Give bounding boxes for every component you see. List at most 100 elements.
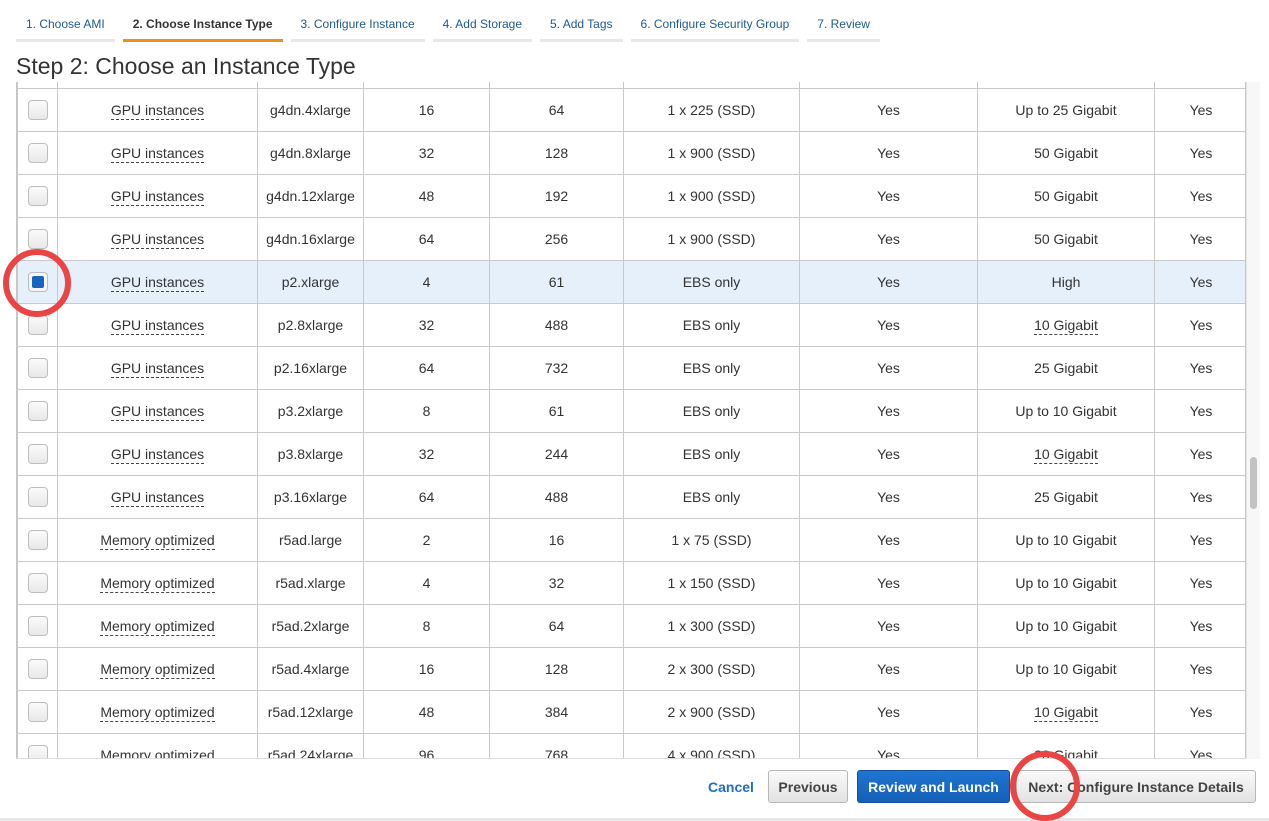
memory-value: 16 xyxy=(548,532,565,548)
row-select-checkbox[interactable] xyxy=(27,100,48,120)
table-row[interactable]: GPU instances g4dn.12xlarge 48 192 1 x 900 (… xyxy=(17,174,1245,218)
network-value: 25 Gigabit xyxy=(1034,489,1098,505)
cell-network: Up to 10 Gigabit xyxy=(977,389,1155,433)
cell-type: r5ad.xlarge xyxy=(257,561,364,605)
cell-vcpus: 2 xyxy=(363,518,490,562)
family-value[interactable]: Memory optimized xyxy=(100,704,215,722)
family-value[interactable]: Memory optimized xyxy=(100,532,215,550)
network-value[interactable]: 10 Gigabit xyxy=(1034,704,1098,722)
network-value: 20 Gigabit xyxy=(1034,747,1098,759)
step-choose-instance-type[interactable]: 2. Choose Instance Type xyxy=(122,0,283,42)
table-row[interactable]: GPU instances p2.16xlarge 64 732 EBS only Yes… xyxy=(17,346,1245,390)
storage-value: EBS only xyxy=(682,360,741,376)
step-add-tags[interactable]: 5. Add Tags xyxy=(540,0,623,42)
table-row[interactable]: Memory optimized r5ad.2xlarge 8 64 1 x 300 (… xyxy=(17,604,1245,648)
cell-family: Memory optimized xyxy=(57,690,258,734)
table-row[interactable]: GPU instances p2.xlarge 4 61 EBS only Yes High… xyxy=(17,260,1245,304)
table-row[interactable]: GPU instances g4dn.8xlarge 32 128 1 x 900 (S… xyxy=(17,131,1245,175)
step-choose-ami[interactable]: 1. Choose AMI xyxy=(16,0,115,42)
memory-value: 488 xyxy=(544,317,569,333)
scrollbar-thumb[interactable] xyxy=(1250,457,1257,509)
table-row[interactable]: GPU instances p3.2xlarge 8 61 EBS only Yes Up … xyxy=(17,389,1245,433)
type-value: g4dn.8xlarge xyxy=(270,145,351,161)
cell-storage: 2 x 300 (SSD) xyxy=(623,647,800,691)
step-configure-security-group[interactable]: 6. Configure Security Group xyxy=(630,0,800,42)
cell-type: p3.8xlarge xyxy=(257,432,364,476)
family-value[interactable]: GPU instances xyxy=(110,403,205,421)
family-value[interactable]: GPU instances xyxy=(110,145,205,163)
row-select-checkbox[interactable] xyxy=(27,315,48,335)
vcpus-value: 96 xyxy=(418,747,435,759)
table-row[interactable]: Memory optimized r5ad.4xlarge 16 128 2 x 300… xyxy=(17,647,1245,691)
memory-value: 64 xyxy=(548,618,565,634)
step-configure-instance[interactable]: 3. Configure Instance xyxy=(290,0,425,42)
cell-storage: EBS only xyxy=(623,389,800,433)
family-value[interactable]: Memory optimized xyxy=(100,661,215,679)
row-select-checkbox[interactable] xyxy=(27,487,48,507)
row-select-checkbox[interactable] xyxy=(27,272,48,292)
cell-vcpus: 8 xyxy=(363,389,490,433)
network-value[interactable]: 10 Gigabit xyxy=(1034,317,1098,335)
table-row[interactable]: GPU instances g4dn.16xlarge 64 256 1 x 900 (… xyxy=(17,217,1245,261)
type-value: r5ad.24xlarge xyxy=(267,747,354,759)
cancel-link[interactable]: Cancel xyxy=(708,779,754,795)
cell-storage: 4 x 900 (SSD) xyxy=(623,733,800,758)
family-value[interactable]: GPU instances xyxy=(110,489,205,507)
row-select-checkbox[interactable] xyxy=(27,616,48,636)
family-value[interactable]: GPU instances xyxy=(110,231,205,249)
row-select-checkbox[interactable] xyxy=(27,659,48,679)
previous-button[interactable]: Previous xyxy=(768,770,848,803)
cell-ipv6: Yes xyxy=(1154,604,1245,648)
row-select-checkbox[interactable] xyxy=(27,530,48,550)
cell-type: p2.16xlarge xyxy=(257,346,364,390)
row-select-checkbox[interactable] xyxy=(27,358,48,378)
family-value[interactable]: Memory optimized xyxy=(100,747,215,758)
cell-family: GPU instances xyxy=(57,432,258,476)
row-select-checkbox[interactable] xyxy=(27,401,48,421)
vcpus-value: 64 xyxy=(418,231,435,247)
type-value: g4dn.4xlarge xyxy=(270,102,351,118)
table-row[interactable]: GPU instances p3.8xlarge 32 244 EBS only Yes 1… xyxy=(17,432,1245,476)
cell-storage: 1 x 900 (SSD) xyxy=(623,174,800,218)
family-value[interactable]: GPU instances xyxy=(110,360,205,378)
family-value[interactable]: GPU instances xyxy=(110,188,205,206)
next-configure-instance-details-button[interactable]: Next: Configure Instance Details xyxy=(1016,770,1256,803)
table-row[interactable]: Memory optimized r5ad.xlarge 4 32 1 x 150 (S… xyxy=(17,561,1245,605)
table-row[interactable]: GPU instances g4dn.4xlarge 16 64 1 x 225 (SS… xyxy=(17,88,1245,132)
cell-network: 10 Gigabit xyxy=(977,432,1155,476)
cell-type: r5ad.2xlarge xyxy=(257,604,364,648)
step-add-storage[interactable]: 4. Add Storage xyxy=(432,0,533,42)
ipv6-value: Yes xyxy=(1189,532,1213,548)
family-value[interactable]: GPU instances xyxy=(110,274,205,292)
storage-value: EBS only xyxy=(682,317,741,333)
row-select-checkbox[interactable] xyxy=(27,444,48,464)
review-and-launch-button[interactable]: Review and Launch xyxy=(857,770,1010,803)
table-row[interactable]: Memory optimized r5ad.large 2 16 1 x 75 (SSD… xyxy=(17,518,1245,562)
network-value: Up to 10 Gigabit xyxy=(1015,661,1117,677)
table-scrollbar[interactable] xyxy=(1246,82,1260,759)
step-review[interactable]: 7. Review xyxy=(807,0,880,42)
table-row[interactable]: Memory optimized r5ad.24xlarge 96 768 4 x 90… xyxy=(17,733,1245,759)
table-row[interactable]: Memory optimized r5ad.12xlarge 48 384 2 x 90… xyxy=(17,690,1245,734)
cell-family: GPU instances xyxy=(57,260,258,304)
table-row[interactable]: GPU instances p2.8xlarge 32 488 EBS only Yes 1… xyxy=(17,303,1245,347)
ebs-optimized-value: Yes xyxy=(877,747,900,759)
family-value[interactable]: GPU instances xyxy=(110,446,205,464)
row-select-checkbox[interactable] xyxy=(27,229,48,249)
family-value[interactable]: Memory optimized xyxy=(100,575,215,593)
family-value[interactable]: Memory optimized xyxy=(100,618,215,636)
family-value[interactable]: GPU instances xyxy=(110,317,205,335)
row-select-cell xyxy=(17,88,58,132)
cell-storage: EBS only xyxy=(623,432,800,476)
ebs-optimized-value: Yes xyxy=(877,145,900,161)
row-select-checkbox[interactable] xyxy=(27,186,48,206)
row-select-checkbox[interactable] xyxy=(27,143,48,163)
vcpus-value: 4 xyxy=(422,274,431,290)
row-select-checkbox[interactable] xyxy=(27,573,48,593)
family-value[interactable]: GPU instances xyxy=(110,102,205,120)
row-select-checkbox[interactable] xyxy=(27,745,48,758)
table-row[interactable]: GPU instances p3.16xlarge 64 488 EBS only Yes… xyxy=(17,475,1245,519)
network-value[interactable]: 10 Gigabit xyxy=(1034,446,1098,464)
row-select-checkbox[interactable] xyxy=(27,702,48,722)
type-value: r5ad.large xyxy=(278,532,343,548)
